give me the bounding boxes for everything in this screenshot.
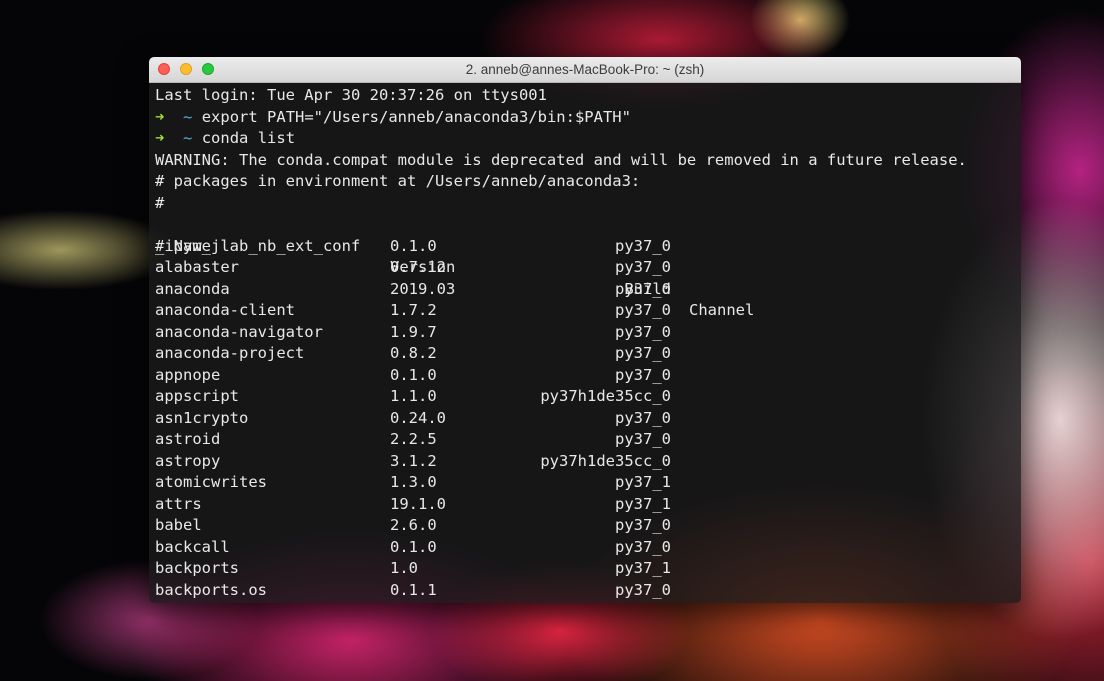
package-row: appscript 1.1.0 py37h1de35cc_0 xyxy=(149,386,1021,408)
environment-header-line: # packages in environment at /Users/anne… xyxy=(155,172,641,190)
package-build: py37_0 xyxy=(615,516,671,534)
package-name: anaconda-project xyxy=(155,344,305,362)
package-name: anaconda-navigator xyxy=(155,322,323,341)
package-row: atomicwrites 1.3.0 py37_1 xyxy=(149,472,1021,494)
package-version: 0.24.0 xyxy=(390,408,446,427)
prompt-arrow-icon: ➜ xyxy=(155,129,165,147)
package-row: alabaster 0.7.12 py37_0 xyxy=(149,257,1021,279)
package-row: astroid 2.2.5 py37_0 xyxy=(149,429,1021,451)
package-row: babel 2.6.0 py37_0 xyxy=(149,515,1021,537)
package-version: 0.1.1 xyxy=(390,580,437,599)
package-name: backports xyxy=(155,559,239,577)
package-row: asn1crypto 0.24.0 py37_0 xyxy=(149,408,1021,430)
warning-line: WARNING: The conda.compat module is depr… xyxy=(155,150,967,169)
package-row: anaconda-project 0.8.2 py37_0 xyxy=(149,343,1021,365)
package-row: anaconda 2019.03 py37_0 xyxy=(149,279,1021,301)
package-name: babel xyxy=(155,516,202,534)
package-build: py37_0 xyxy=(615,537,671,556)
package-version: 0.8.2 xyxy=(390,344,437,362)
package-row: attrs 19.1.0 py37_1 xyxy=(149,494,1021,516)
package-version: 1.0 xyxy=(390,559,418,577)
package-name: appscript xyxy=(155,387,239,405)
package-version: 1.9.7 xyxy=(390,322,437,341)
package-build: py37_1 xyxy=(615,494,671,513)
package-version: 0.1.0 xyxy=(390,365,437,384)
package-row: backports 1.0 py37_1 xyxy=(149,558,1021,580)
prompt-line-2: ➜ ~ conda list xyxy=(155,128,295,150)
package-build: py37_0 xyxy=(615,236,671,255)
package-version: 1.7.2 xyxy=(390,301,437,319)
package-row: backcall 0.1.0 py37_0 xyxy=(149,537,1021,559)
prompt-arrow-icon: ➜ xyxy=(155,107,165,126)
package-version: 0.7.12 xyxy=(390,258,446,276)
package-row: backports.os 0.1.1 py37_0 xyxy=(149,580,1021,602)
last-login-line: Last login: Tue Apr 30 20:37:26 on ttys0… xyxy=(155,86,547,104)
command-text: export PATH="/Users/anneb/anaconda3/bin:… xyxy=(201,107,631,126)
package-version: 2.2.5 xyxy=(390,430,437,448)
package-version: 2.6.0 xyxy=(390,516,437,534)
package-version: 0.1.0 xyxy=(390,236,437,255)
package-build: py37_0 xyxy=(615,408,671,427)
comment-line: # xyxy=(155,193,165,212)
package-name: asn1crypto xyxy=(155,408,249,427)
package-row: _ipyw_jlab_nb_ext_conf 0.1.0 py37_0 xyxy=(149,236,1021,258)
package-build: py37h1de35cc_0 xyxy=(540,451,671,470)
package-build: py37_1 xyxy=(615,473,671,491)
package-build: py37_1 xyxy=(615,559,671,577)
package-version: 0.1.0 xyxy=(390,537,437,556)
package-name: astroid xyxy=(155,430,221,448)
package-row: anaconda-navigator 1.9.7 py37_0 xyxy=(149,322,1021,344)
package-name: atomicwrites xyxy=(155,473,267,491)
window-titlebar[interactable]: 2. anneb@annes-MacBook-Pro: ~ (zsh) xyxy=(149,57,1021,83)
package-name: _ipyw_jlab_nb_ext_conf xyxy=(155,236,361,255)
terminal-output[interactable]: Last login: Tue Apr 30 20:37:26 on ttys0… xyxy=(149,83,1021,603)
package-build: py37h1de35cc_0 xyxy=(540,387,671,405)
package-version: 19.1.0 xyxy=(390,494,446,513)
prompt-directory: ~ xyxy=(183,129,193,147)
prompt-directory: ~ xyxy=(183,107,193,126)
package-row: astropy 3.1.2 py37h1de35cc_0 xyxy=(149,451,1021,473)
package-build: py37_0 xyxy=(615,580,671,599)
package-name: anaconda-client xyxy=(155,301,295,319)
package-name: anaconda xyxy=(155,279,230,298)
package-build: py37_0 xyxy=(615,365,671,384)
window-title: 2. anneb@annes-MacBook-Pro: ~ (zsh) xyxy=(465,62,705,77)
package-version: 1.3.0 xyxy=(390,473,437,491)
package-build: py37_0 xyxy=(615,430,671,448)
package-name: attrs xyxy=(155,494,202,513)
package-name: backcall xyxy=(155,537,230,556)
package-version: 2019.03 xyxy=(390,279,456,298)
prompt-line-1: ➜ ~ export PATH="/Users/anneb/anaconda3/… xyxy=(155,107,631,129)
package-build: py37_0 xyxy=(615,301,671,319)
package-build: py37_0 xyxy=(615,322,671,341)
column-header-row: # Name Version Build Channel xyxy=(149,214,1021,320)
package-version: 1.1.0 xyxy=(390,387,437,405)
terminal-window[interactable]: 2. anneb@annes-MacBook-Pro: ~ (zsh) Last… xyxy=(149,57,1021,603)
package-row: appnope 0.1.0 py37_0 xyxy=(149,365,1021,387)
package-row: anaconda-client 1.7.2 py37_0 xyxy=(149,300,1021,322)
command-text: conda list xyxy=(201,129,296,147)
package-name: alabaster xyxy=(155,258,239,276)
package-build: py37_0 xyxy=(615,258,671,276)
package-build: py37_0 xyxy=(615,279,671,298)
package-name: backports.os xyxy=(155,580,267,599)
package-name: astropy xyxy=(155,451,221,470)
package-build: py37_0 xyxy=(615,344,671,362)
package-version: 3.1.2 xyxy=(390,451,437,470)
package-name: appnope xyxy=(155,365,221,384)
